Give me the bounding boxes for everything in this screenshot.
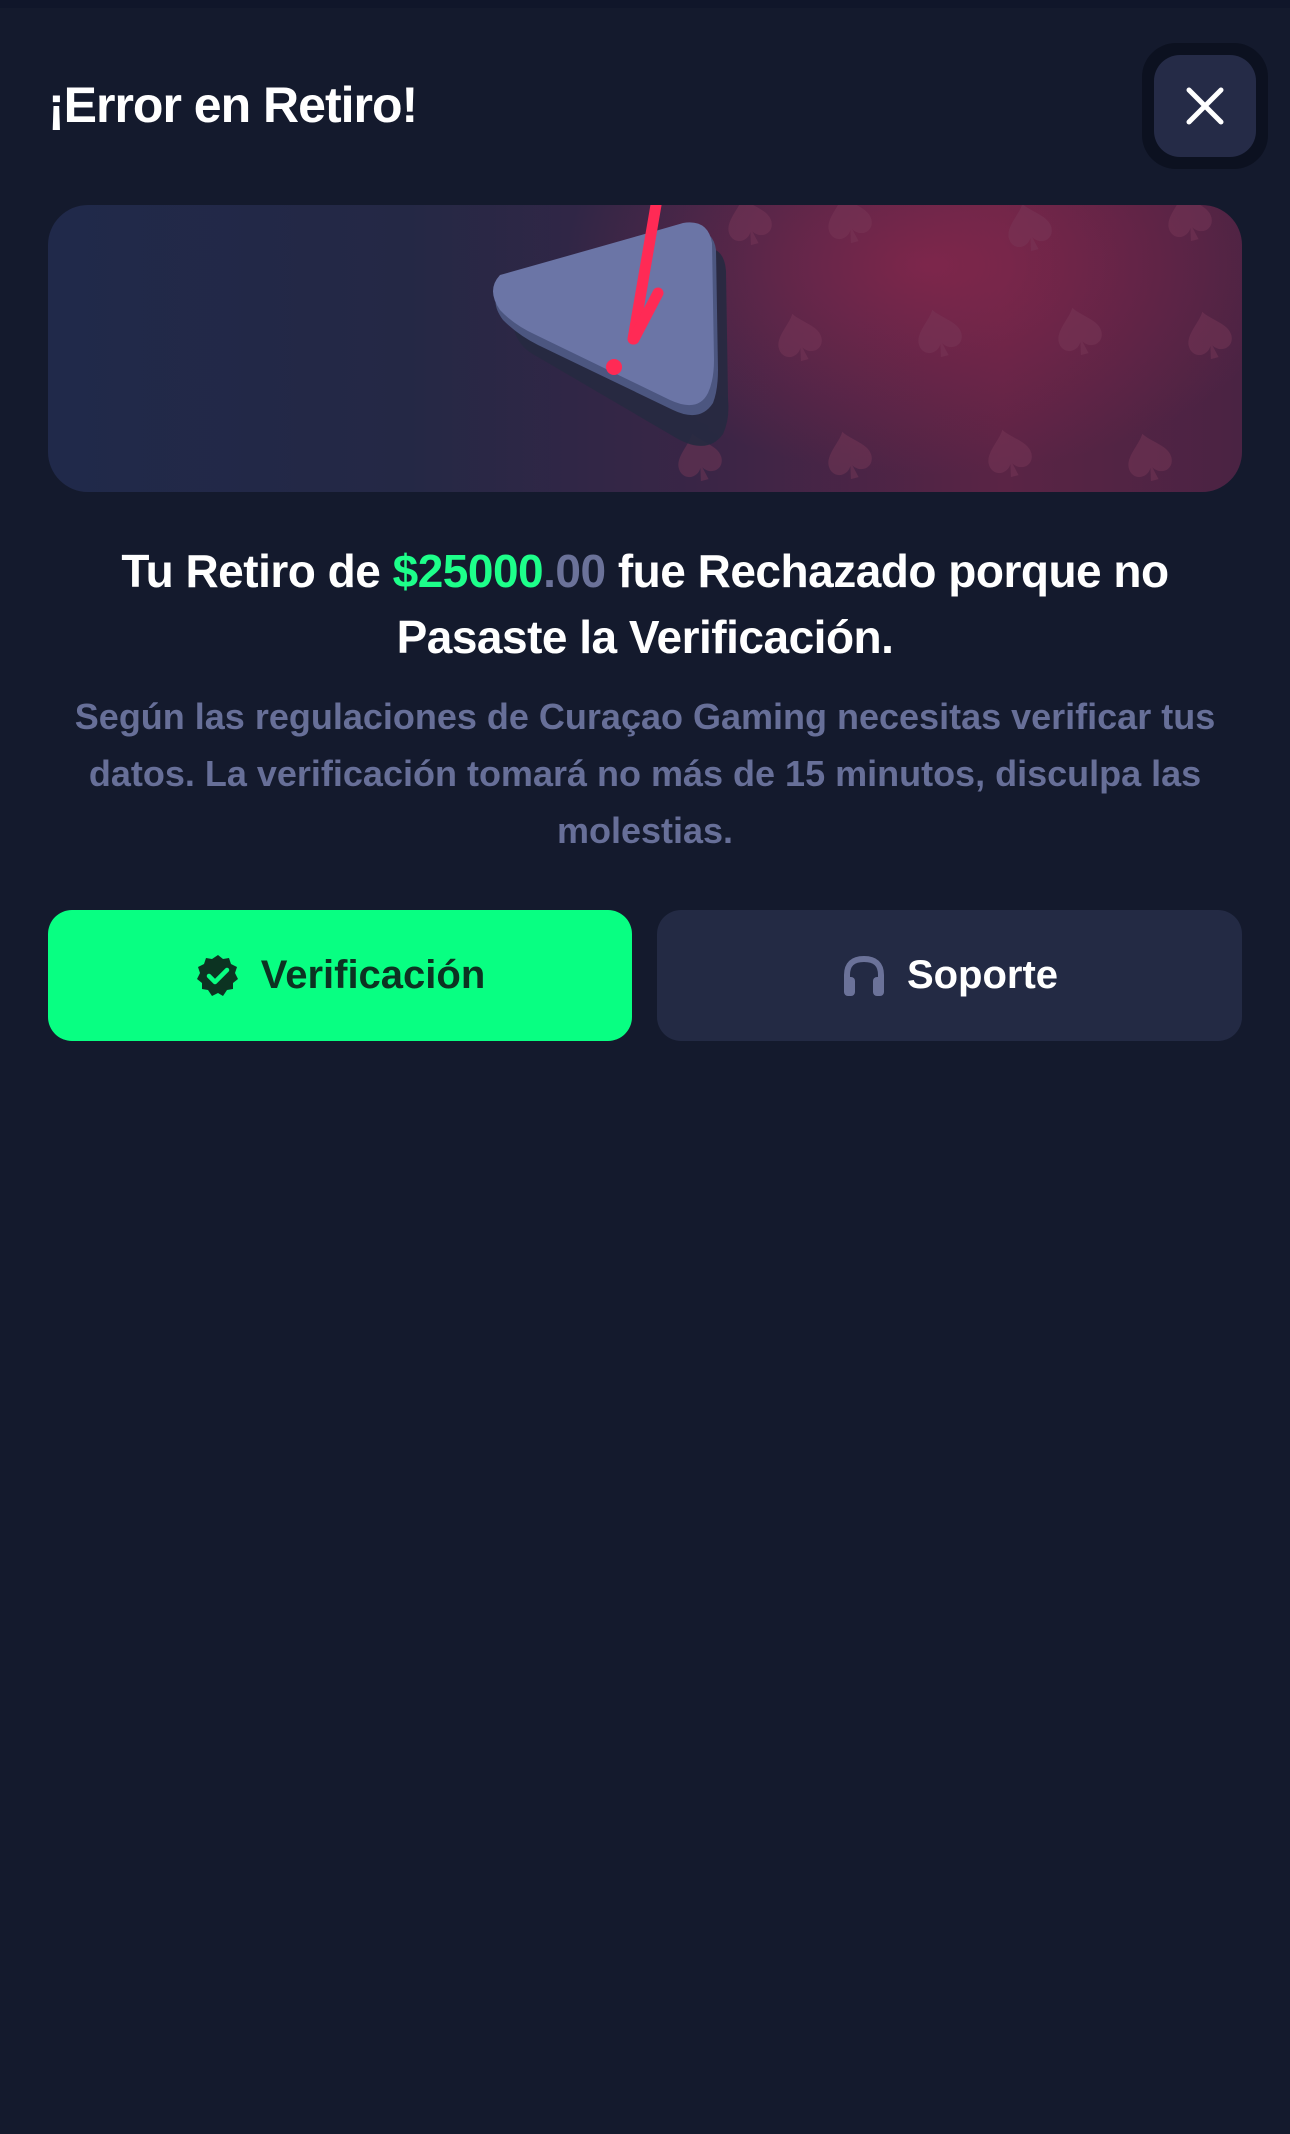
banner-artwork [493, 205, 1236, 486]
headset-icon [841, 953, 887, 999]
close-button[interactable] [1154, 55, 1256, 157]
modal-title: ¡Error en Retiro! [48, 77, 418, 133]
regulation-description: Según las regulaciones de Curaçao Gaming… [74, 696, 1216, 851]
verified-badge-icon [195, 953, 241, 999]
withdrawal-amount-cents: .00 [543, 545, 606, 597]
status-bar-strip [0, 0, 1290, 8]
verification-button-label: Verificación [260, 953, 486, 997]
message-prefix: Tu Retiro de [121, 545, 393, 597]
modal-header: ¡Error en Retiro! [48, 40, 1268, 170]
error-banner [48, 205, 1242, 492]
warning-triangle-icon [493, 205, 729, 446]
close-button-frame [1142, 43, 1268, 169]
support-button[interactable]: Soporte [657, 910, 1242, 1041]
close-icon [1186, 87, 1224, 125]
spade-pattern [671, 205, 1236, 486]
support-button-label: Soporte [906, 953, 1059, 997]
verification-button[interactable]: Verificación [48, 910, 632, 1041]
withdrawal-amount: $25000 [392, 545, 544, 597]
rejection-message: Tu Retiro de $25000.00 fue Rechazado por… [48, 538, 1242, 670]
